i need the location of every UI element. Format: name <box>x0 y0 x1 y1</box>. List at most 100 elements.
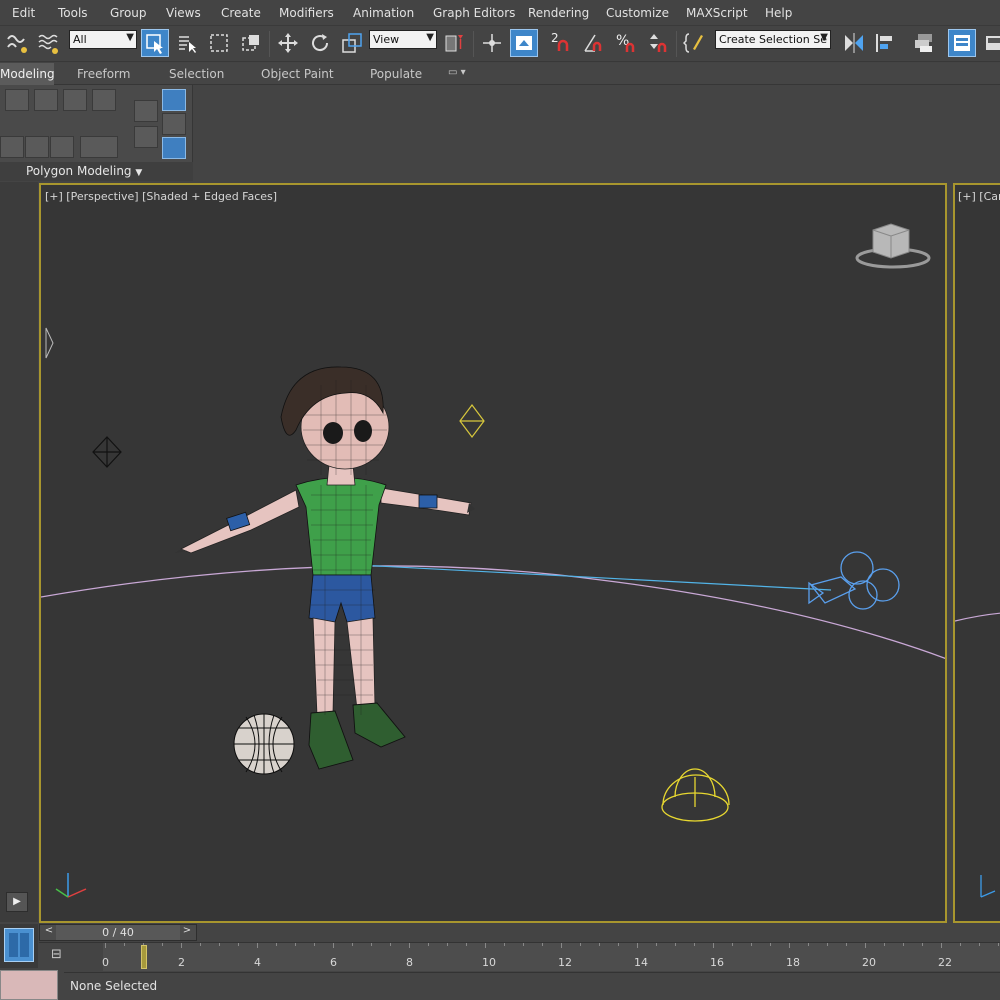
rotate-icon[interactable] <box>306 29 334 57</box>
timeline-minor-tick <box>884 943 885 946</box>
time-prev-button[interactable]: < <box>42 925 56 940</box>
menu-graph-editors[interactable]: Graph Editors <box>433 6 515 20</box>
timeline-minor-tick <box>295 943 296 946</box>
ribbon-toggle-icon[interactable] <box>980 29 1000 57</box>
tab-selection[interactable]: Selection <box>169 63 224 85</box>
tab-object-paint[interactable]: Object Paint <box>261 63 334 85</box>
select-by-name-icon[interactable] <box>173 29 201 57</box>
snap-toggle-icon[interactable]: 2 <box>548 29 576 57</box>
timeline-minor-tick <box>504 943 505 946</box>
poly-polygon-icon[interactable] <box>92 89 116 111</box>
menu-create[interactable]: Create <box>221 6 261 20</box>
timeline-tick <box>105 943 106 948</box>
select-manipulate-icon[interactable] <box>478 29 506 57</box>
ribbon-options-icon[interactable]: ▭ ▾ <box>448 63 466 85</box>
timeline-minor-tick <box>922 943 923 946</box>
timeline-minor-tick <box>200 943 201 946</box>
tab-modeling[interactable]: Modeling <box>0 63 55 85</box>
chevron-down-icon: ▼ <box>126 32 134 43</box>
menu-modifiers[interactable]: Modifiers <box>279 6 334 20</box>
play-icon[interactable]: ▶ <box>6 892 28 912</box>
unlink-icon[interactable] <box>34 29 62 57</box>
timeline-minor-tick <box>694 943 695 946</box>
collapse-stack-icon[interactable] <box>134 100 158 122</box>
angle-snap-icon[interactable] <box>580 29 608 57</box>
timeline-tick-label: 12 <box>558 956 572 969</box>
menu-tools[interactable]: Tools <box>58 6 88 20</box>
select-object-button[interactable] <box>141 29 169 57</box>
poly-border-icon[interactable] <box>63 89 87 111</box>
timeline-minor-tick <box>808 943 809 946</box>
edit-named-selection-icon[interactable] <box>681 29 709 57</box>
ribbon-panel-title[interactable]: Polygon Modeling ▼ <box>0 162 193 181</box>
previous-modifier-button[interactable] <box>162 137 186 159</box>
timeline-minor-tick <box>903 943 904 946</box>
light-helper-yellow <box>459 404 485 438</box>
link-icon[interactable] <box>2 29 30 57</box>
camera-viewport-canvas <box>955 612 1000 898</box>
timeline-minor-tick <box>542 943 543 946</box>
reference-coordinate-dropdown[interactable]: View ▼ <box>369 30 437 49</box>
toggle-command-panel-icon[interactable] <box>80 136 118 158</box>
scale-icon[interactable] <box>338 29 366 57</box>
layer-explorer-icon[interactable] <box>910 29 938 57</box>
camera-viewport[interactable]: [+] [Can <box>953 183 1000 923</box>
viewcube-icon <box>855 223 931 269</box>
menu-views[interactable]: Views <box>166 6 201 20</box>
toolbar-separator <box>473 31 474 57</box>
track-bar[interactable]: ⊟ 0 2 4 6 8 10 12 14 16 18 20 22 <box>39 942 1000 971</box>
time-slider-thumb[interactable]: 0 / 40 <box>56 925 180 940</box>
pivot-center-icon[interactable] <box>441 29 469 57</box>
maxscript-listener-mini[interactable] <box>0 970 58 1000</box>
selection-filter-dropdown[interactable]: All ▼ <box>69 30 137 49</box>
percent-snap-icon[interactable]: % <box>612 29 640 57</box>
track-ruler[interactable]: 0 2 4 6 8 10 12 14 16 18 20 22 <box>102 943 1000 971</box>
poly-element-icon[interactable] <box>0 136 24 158</box>
timeline-tick-label: 2 <box>178 956 185 969</box>
time-next-button[interactable]: > <box>180 925 194 940</box>
show-end-result-icon[interactable] <box>134 126 158 148</box>
menu-maxscript[interactable]: MAXScript <box>686 6 748 20</box>
timeline-minor-tick <box>770 943 771 946</box>
spinner-snap-icon[interactable] <box>644 29 672 57</box>
next-modifier-icon[interactable] <box>162 113 186 135</box>
menu-rendering[interactable]: Rendering <box>528 6 589 20</box>
timeline-tick <box>713 943 714 948</box>
tab-freeform[interactable]: Freeform <box>77 63 130 85</box>
toolbar-separator <box>269 31 270 57</box>
menu-group[interactable]: Group <box>110 6 147 20</box>
viewport-layout-tab[interactable] <box>0 924 38 968</box>
time-slider[interactable]: < 0 / 40 > <box>39 924 197 941</box>
scene-explorer-button[interactable] <box>948 29 976 57</box>
timeline-tick <box>561 943 562 948</box>
timeline-minor-tick <box>371 943 372 946</box>
menu-animation[interactable]: Animation <box>353 6 414 20</box>
mirror-icon[interactable] <box>840 29 868 57</box>
rectangular-selection-icon[interactable] <box>205 29 233 57</box>
align-icon[interactable] <box>872 29 900 57</box>
timeline-minor-tick <box>390 943 391 946</box>
timeline-tick-label: 16 <box>710 956 724 969</box>
tab-populate[interactable]: Populate <box>370 63 422 85</box>
preserve-uvs-icon[interactable] <box>50 136 74 158</box>
menu-edit[interactable]: Edit <box>12 6 35 20</box>
menu-customize[interactable]: Customize <box>606 6 669 20</box>
timeline-minor-tick <box>352 943 353 946</box>
time-slider-track[interactable] <box>197 924 1000 941</box>
viewport-layout-icon[interactable] <box>4 928 34 962</box>
window-crossing-icon[interactable] <box>237 29 265 57</box>
track-bar-filter-icon[interactable]: ⊟ <box>51 947 71 965</box>
current-frame-marker[interactable] <box>141 945 147 969</box>
menu-help[interactable]: Help <box>765 6 792 20</box>
use-soft-selection-button[interactable] <box>162 89 186 111</box>
timeline-tick <box>789 943 790 948</box>
timeline-minor-tick <box>162 943 163 946</box>
poly-edge-icon[interactable] <box>34 89 58 111</box>
poly-vertex-icon[interactable] <box>5 89 29 111</box>
timeline-minor-tick <box>447 943 448 946</box>
keyboard-shortcut-override-button[interactable] <box>510 29 538 57</box>
modify-mode-icon[interactable] <box>25 136 49 158</box>
perspective-viewport[interactable]: [+] [Perspective] [Shaded + Edged Faces] <box>39 183 947 923</box>
named-selection-dropdown[interactable]: Create Selection Se ▼ <box>715 30 831 49</box>
move-icon[interactable] <box>274 29 302 57</box>
